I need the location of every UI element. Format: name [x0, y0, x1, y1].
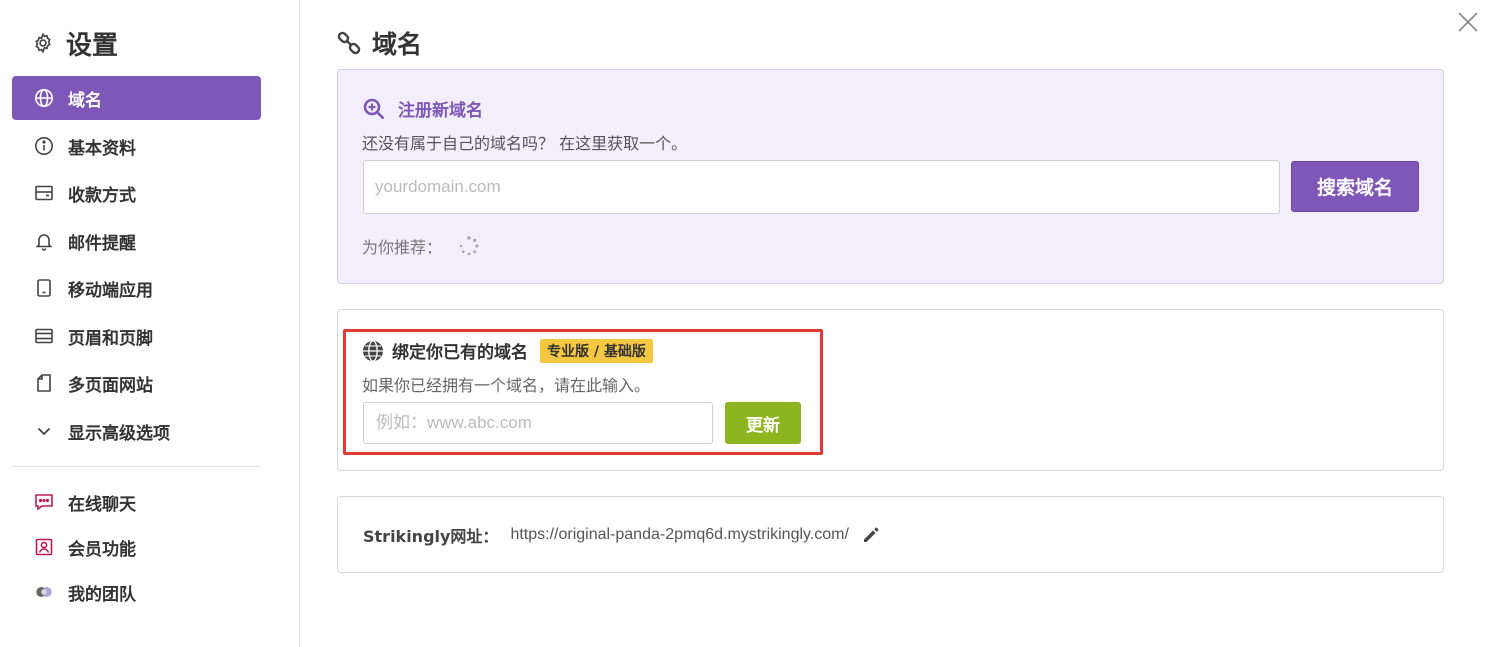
bind-domain-header: 绑定你已有的域名 专业版 / 基础版	[362, 338, 653, 363]
layout-icon	[34, 326, 54, 346]
gear-icon	[35, 32, 51, 54]
zoom-in-icon	[363, 98, 385, 119]
sidebar-item-label: 移动端应用	[68, 280, 153, 301]
pages-icon	[34, 373, 54, 393]
bind-domain-description: 如果你已经拥有一个域名，请在此输入。	[362, 376, 651, 395]
chevron-down-icon	[34, 421, 54, 441]
loading-spinner-icon	[459, 236, 479, 256]
sidebar-item-label: 会员功能	[68, 539, 136, 560]
sidebar-title: 设置	[66, 30, 119, 61]
chat-icon	[34, 492, 54, 512]
sidebar-item-header-footer[interactable]: 页眉和页脚	[12, 314, 261, 358]
recommendations: 为你推荐：	[362, 234, 480, 258]
plan-badge: 专业版 / 基础版	[540, 338, 653, 363]
globe-icon	[34, 88, 54, 108]
info-icon	[34, 136, 54, 156]
sidebar-item-advanced-options[interactable]: 显示高级选项	[12, 409, 261, 453]
pencil-icon[interactable]	[861, 525, 881, 545]
sidebar-header: 设置	[32, 26, 119, 61]
sidebar-item-label: 基本资料	[68, 138, 136, 159]
globe-icon	[363, 339, 383, 362]
sidebar-item-label: 我的团队	[68, 584, 136, 605]
sidebar-item-label: 多页面网站	[68, 375, 153, 396]
search-domain-button[interactable]: 搜索域名	[1291, 161, 1419, 212]
sidebar-item-my-team[interactable]: 我的团队	[12, 570, 261, 614]
domain-search-input[interactable]	[363, 160, 1280, 214]
sidebar-item-label: 显示高级选项	[68, 423, 170, 444]
bell-icon	[34, 231, 54, 251]
wallet-icon	[34, 183, 54, 203]
sidebar-item-payment[interactable]: 收款方式	[12, 171, 261, 215]
sidebar-item-domain[interactable]: 域名	[12, 76, 261, 120]
sidebar-item-label: 在线聊天	[68, 494, 136, 515]
page-title: 域名	[372, 30, 423, 59]
sidebar-item-multi-page[interactable]: 多页面网站	[12, 361, 261, 405]
sidebar-item-label: 收款方式	[68, 185, 136, 206]
member-icon	[34, 537, 54, 557]
sidebar-item-label: 域名	[68, 90, 102, 111]
existing-domain-input[interactable]	[363, 402, 713, 444]
bind-domain-card: 绑定你已有的域名 专业版 / 基础版 如果你已经拥有一个域名，请在此输入。 更新	[337, 309, 1444, 471]
site-url-value: https://original-panda-2pmq6d.mystriking…	[510, 525, 849, 543]
register-domain-description: 还没有属于自己的域名吗？ 在这里获取一个。	[362, 134, 688, 153]
sidebar-item-label: 邮件提醒	[68, 233, 136, 254]
bind-domain-title: 绑定你已有的域名	[392, 343, 528, 363]
team-icon	[34, 582, 54, 602]
register-domain-card: 注册新域名 还没有属于自己的域名吗？ 在这里获取一个。 搜索域名 为你推荐：	[337, 69, 1444, 284]
register-domain-header: 注册新域名	[362, 96, 483, 121]
sidebar-item-basic-info[interactable]: 基本资料	[12, 124, 261, 168]
link-icon	[337, 31, 361, 55]
sidebar-item-live-chat[interactable]: 在线聊天	[12, 480, 261, 524]
close-icon[interactable]	[1456, 10, 1480, 34]
site-url-card: Strikingly网址： https://original-panda-2pm…	[337, 496, 1444, 573]
sidebar-item-mobile-app[interactable]: 移动端应用	[12, 266, 261, 310]
sidebar: 设置 域名 基本资料 收款方式 邮件提醒 移动端应用 页眉和页脚 多页面网站 显…	[0, 0, 300, 647]
recommend-label: 为你推荐：	[362, 238, 443, 257]
sidebar-item-email-alerts[interactable]: 邮件提醒	[12, 219, 261, 263]
sidebar-item-membership[interactable]: 会员功能	[12, 525, 261, 569]
update-button[interactable]: 更新	[725, 402, 801, 444]
sidebar-divider	[12, 466, 261, 467]
page-header: 域名	[336, 26, 422, 60]
mobile-icon	[34, 278, 54, 298]
site-url-label: Strikingly网址：	[363, 526, 499, 546]
register-domain-title: 注册新域名	[398, 101, 483, 121]
sidebar-item-label: 页眉和页脚	[68, 328, 153, 349]
